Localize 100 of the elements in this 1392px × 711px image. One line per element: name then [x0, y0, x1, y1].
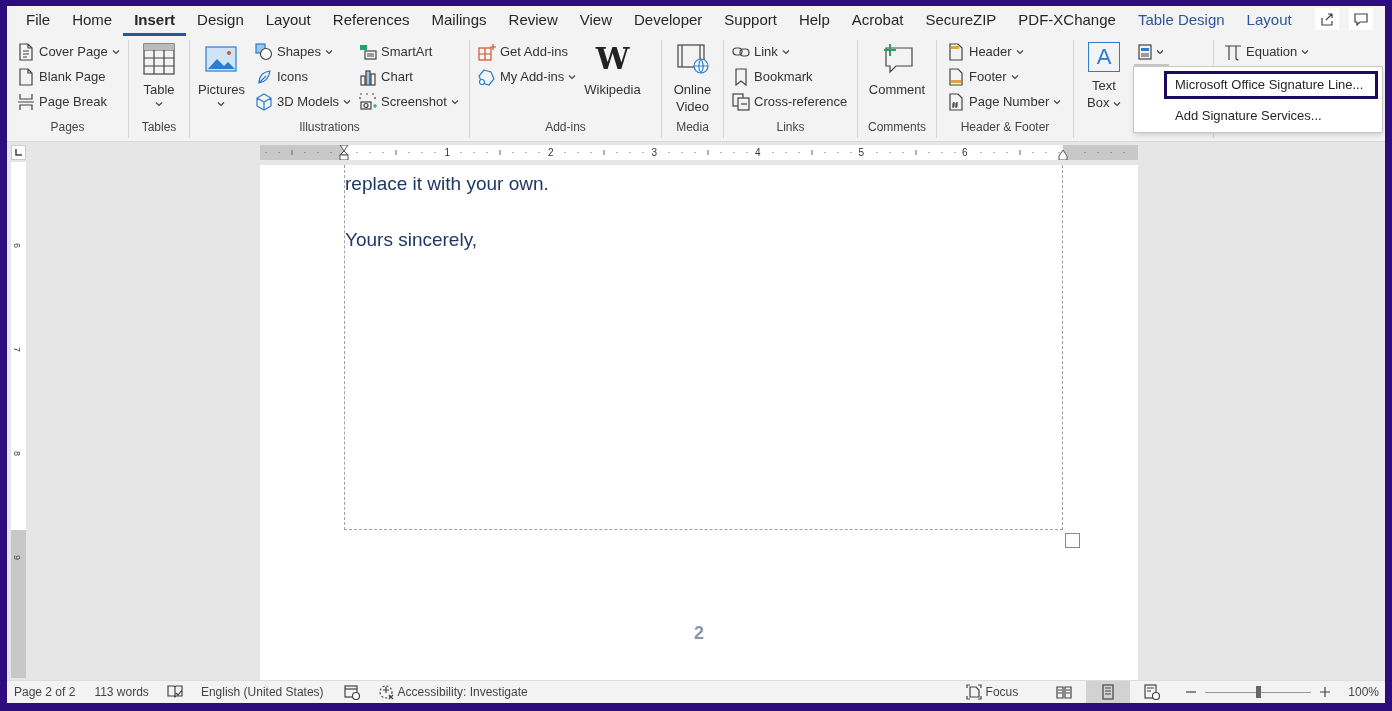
status-text[interactable]: 113 words [94, 683, 149, 701]
page-break-icon [17, 93, 35, 111]
group-label: Add-ins [544, 119, 587, 136]
ribbon-button[interactable]: Header [947, 40, 1062, 64]
ribbon-button[interactable]: Cover Page [17, 40, 120, 64]
camera-icon [359, 93, 378, 111]
group-label: Tables [140, 119, 178, 136]
comment-icon [1354, 12, 1368, 26]
share-icon [1320, 12, 1334, 26]
ribbon-tab[interactable]: Developer [623, 9, 714, 36]
group-label: Header & Footer [959, 119, 1051, 136]
ribbon-button[interactable]: Equation [1224, 40, 1310, 64]
focus-icon [965, 684, 982, 700]
ribbon-button[interactable]: A Text Box [1078, 40, 1130, 111]
zoom-slider[interactable] [1205, 686, 1312, 698]
ribbon-button[interactable]: Page Break [17, 90, 120, 114]
ribbon-tab[interactable]: SecureZIP [914, 9, 1008, 36]
bar-chart-icon [359, 68, 378, 86]
ribbon-button[interactable]: Icons [254, 65, 352, 89]
ribbon-button[interactable]: Online Video [666, 40, 719, 115]
ribbon-tab[interactable]: Acrobat [840, 9, 915, 36]
ribbon-button[interactable]: Chart [359, 65, 459, 89]
ribbon-tab[interactable]: Table Design [1126, 9, 1236, 36]
ribbon-button[interactable]: Table [140, 40, 178, 107]
group-label: Illustrations [298, 119, 361, 136]
header-icon [947, 43, 965, 61]
video-globe-icon [675, 42, 710, 76]
ruler-number: 6 [11, 243, 21, 248]
share-button[interactable] [1315, 8, 1339, 30]
cross-reference-icon [732, 93, 750, 111]
menu-item[interactable]: Microsoft Office Signature Line... [1164, 71, 1378, 99]
ribbon-tab[interactable]: Layout [1235, 9, 1303, 36]
status-text[interactable]: Page 2 of 2 [14, 683, 76, 701]
page-number: 2 [694, 622, 704, 645]
print-layout-icon [1100, 684, 1117, 700]
ruler-number: 1 [444, 147, 451, 158]
macro-icon [343, 684, 360, 700]
group-label: Pages [49, 119, 86, 136]
ribbon-tab[interactable]: Support [713, 9, 788, 36]
ribbon-button[interactable]: Pictures [196, 40, 247, 107]
ribbon-tab[interactable]: File [15, 9, 62, 36]
proofing-book-icon [166, 684, 183, 700]
ribbon-button[interactable]: Comment [866, 40, 928, 98]
document-icon [17, 43, 35, 61]
group-label: Links [775, 119, 806, 136]
ribbon-tab[interactable]: Layout [254, 9, 322, 36]
ribbon-button[interactable]: Page Number [947, 90, 1062, 114]
comments-button[interactable] [1349, 8, 1373, 30]
ribbon-button[interactable]: Get Add-ins [478, 40, 577, 64]
ribbon-button[interactable]: Footer [947, 65, 1062, 89]
ribbon-button[interactable]: Shapes [254, 40, 352, 64]
body-text: replace it with your own. [345, 172, 549, 196]
footer-icon [947, 68, 965, 86]
table-icon [142, 42, 176, 76]
menu-item[interactable]: Add Signature Services... [1164, 102, 1378, 130]
ribbon-tab[interactable]: Insert [123, 9, 187, 36]
ribbon-button[interactable]: Blank Page [17, 65, 120, 89]
ribbon-button[interactable]: 3D Models [254, 90, 352, 114]
ruler-number: 3 [651, 147, 658, 158]
page-number-icon [947, 93, 965, 111]
logo: W [595, 42, 630, 76]
ruler-number: 4 [755, 147, 761, 158]
view-button[interactable] [1086, 681, 1131, 703]
focus-button[interactable]: Focus [961, 681, 1023, 703]
ribbon-button[interactable]: SmartArt [359, 40, 459, 64]
body-text: Yours sincerely, [345, 228, 477, 252]
ribbon-tab[interactable]: Help [787, 9, 841, 36]
ribbon-tab[interactable]: Review [497, 9, 569, 36]
ribbon-tab[interactable]: Mailings [420, 9, 498, 36]
ribbon-tab[interactable]: Design [186, 9, 255, 36]
ribbon-tab[interactable]: Home [61, 9, 124, 36]
accessibility-icon [377, 684, 394, 700]
slider-thumb[interactable] [1256, 686, 1262, 698]
tab-selector[interactable] [10, 145, 26, 160]
shapes-icon [254, 43, 273, 61]
ruler-number: 2 [548, 147, 554, 158]
ribbon-tab[interactable]: View [568, 9, 623, 36]
ribbon-button[interactable]: Link [732, 40, 848, 64]
ruler-number: 5 [858, 147, 865, 158]
page-icon [17, 68, 35, 86]
bookmark-icon [732, 68, 750, 86]
status-text[interactable]: 100% [1348, 683, 1379, 701]
status-text[interactable]: English (United States) [200, 683, 324, 701]
ribbon-button[interactable]: My Add-ins [478, 65, 577, 89]
ribbon-button[interactable]: Screenshot [359, 90, 459, 114]
zoom-in-button[interactable] [1318, 687, 1333, 697]
ribbon-tab[interactable]: PDF-XChange [1007, 9, 1127, 36]
ruler-number: 7 [11, 347, 21, 352]
ribbon-tab[interactable]: References [321, 9, 421, 36]
group-label: Comments [867, 119, 927, 136]
ribbon-button[interactable]: Bookmark [732, 65, 848, 89]
grid-plus-icon [478, 43, 496, 61]
table-resize-handle[interactable] [1065, 533, 1080, 548]
plus-icon [1320, 687, 1331, 697]
status-text[interactable]: Accessibility: Investigate [397, 683, 528, 701]
ribbon-button[interactable]: Cross-reference [732, 90, 848, 114]
ribbon-button[interactable]: W Wikipedia [582, 40, 643, 98]
ruler-number: 8 [11, 451, 21, 456]
tab-stop-icon [14, 149, 22, 156]
equation-icon [1224, 43, 1242, 61]
